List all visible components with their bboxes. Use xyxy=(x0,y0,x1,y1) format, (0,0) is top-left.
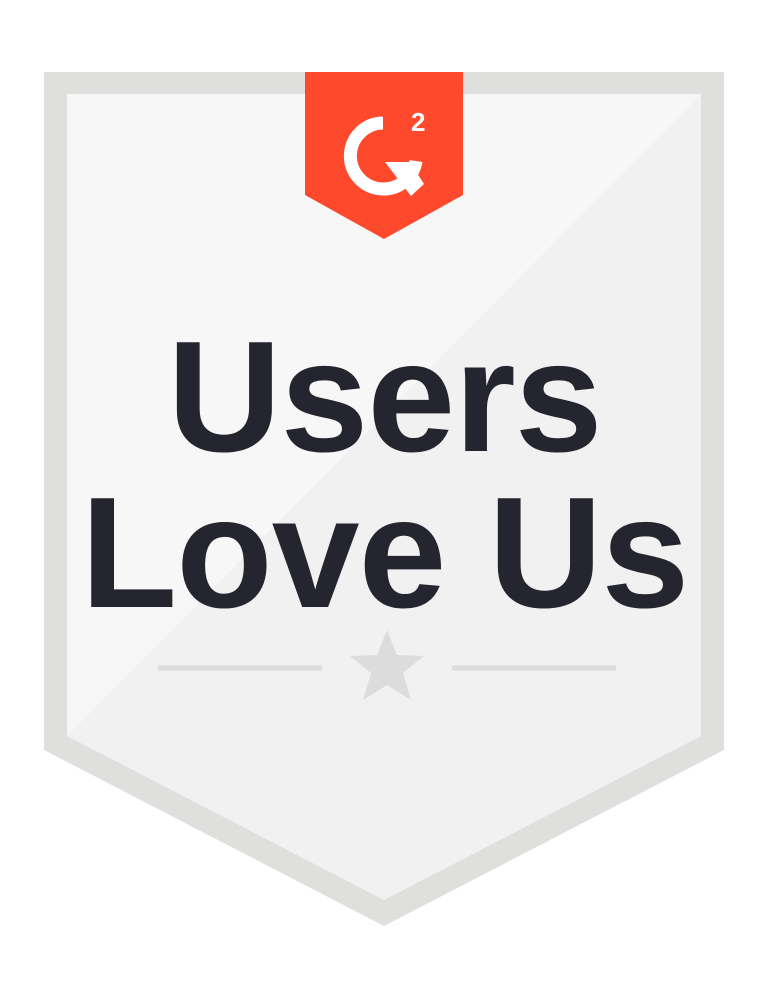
headline-line-2: Love Us xyxy=(80,465,690,641)
svg-text:2: 2 xyxy=(411,107,425,137)
headline-line-1: Users xyxy=(167,309,602,485)
